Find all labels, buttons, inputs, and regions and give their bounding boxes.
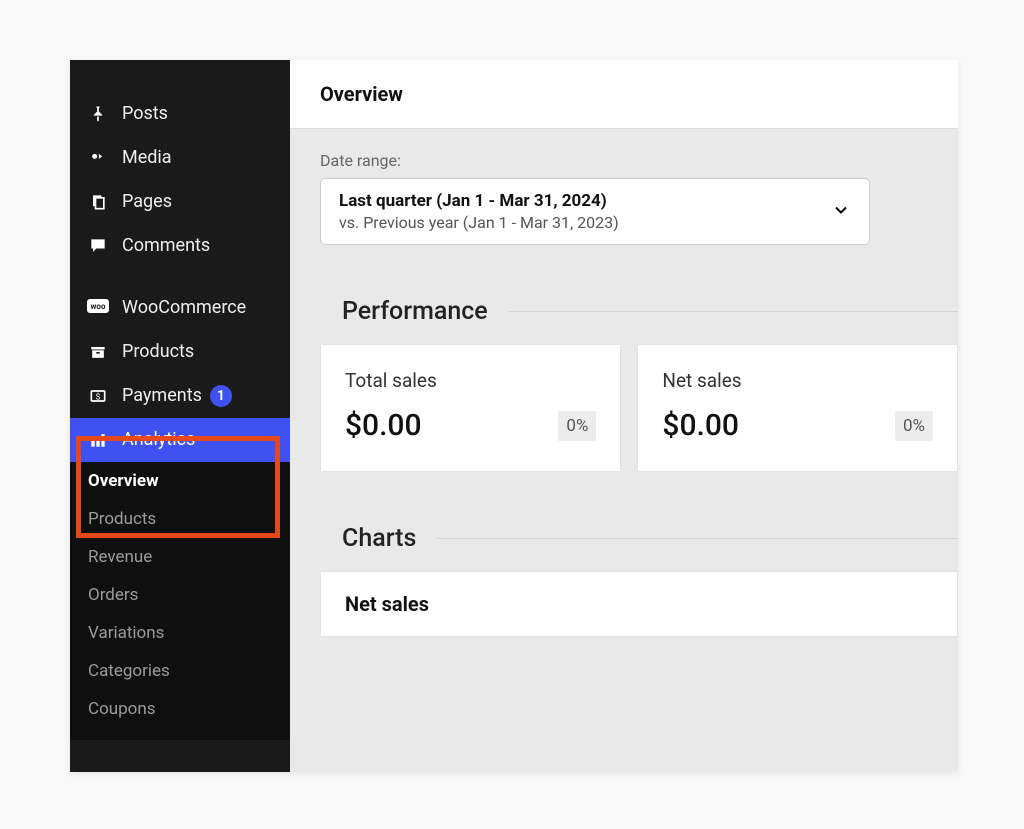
pages-icon [86,190,110,214]
net-sales-card[interactable]: Net sales $0.00 0% [637,344,958,472]
svg-text:woo: woo [91,302,106,311]
sidebar-item-label: Posts [122,102,168,125]
admin-sidebar: Posts Media Pages Comments woo WooComm [70,60,290,772]
section-title: Performance [320,297,488,326]
archive-icon [86,340,110,364]
date-range-label: Date range: [320,151,958,170]
sidebar-item-posts[interactable]: Posts [70,92,290,136]
main-content: Overview Date range: Last quarter (Jan 1… [290,60,958,772]
sidebar-item-label: Media [122,146,172,169]
sidebar-item-comments[interactable]: Comments [70,224,290,268]
comment-icon [86,234,110,258]
submenu-item-orders[interactable]: Orders [70,576,290,614]
chevron-down-icon [831,200,851,224]
section-title: Charts [320,524,416,553]
card-value: $0.00 [345,408,422,443]
submenu-item-revenue[interactable]: Revenue [70,538,290,576]
notification-badge: 1 [210,385,232,407]
divider [436,538,958,539]
sidebar-item-woocommerce[interactable]: woo WooCommerce [70,286,290,330]
payments-icon: $ [86,384,110,408]
chart-title: Net sales [345,592,933,616]
card-title: Total sales [345,369,596,392]
page-header: Overview [290,60,958,129]
total-sales-card[interactable]: Total sales $0.00 0% [320,344,621,472]
sidebar-separator [70,268,290,286]
woocommerce-icon: woo [86,296,110,320]
sidebar-item-payments[interactable]: $ Payments 1 [70,374,290,418]
date-range-dropdown[interactable]: Last quarter (Jan 1 - Mar 31, 2024) vs. … [320,178,870,245]
analytics-submenu: Overview Products Revenue Orders Variati… [70,462,290,740]
sidebar-item-pages[interactable]: Pages [70,180,290,224]
card-value: $0.00 [662,408,739,443]
sidebar-item-label: Analytics [122,428,195,451]
bar-chart-icon [86,428,110,452]
submenu-item-categories[interactable]: Categories [70,652,290,690]
net-sales-chart-card[interactable]: Net sales [320,571,958,637]
media-icon [86,146,110,170]
page-title: Overview [320,82,928,106]
sidebar-item-label: Products [122,340,194,363]
content-area: Date range: Last quarter (Jan 1 - Mar 31… [290,129,958,637]
charts-section-header: Charts [320,524,958,553]
divider [508,311,958,312]
date-range-compare: vs. Previous year (Jan 1 - Mar 31, 2023) [339,213,819,232]
sidebar-item-label: Pages [122,190,172,213]
svg-text:$: $ [96,391,101,402]
date-range-current: Last quarter (Jan 1 - Mar 31, 2024) [339,191,819,211]
sidebar-item-media[interactable]: Media [70,136,290,180]
sidebar-item-label: Comments [122,234,210,257]
app-window: Posts Media Pages Comments woo WooComm [70,60,958,772]
submenu-item-coupons[interactable]: Coupons [70,690,290,728]
card-delta: 0% [558,411,596,441]
submenu-item-variations[interactable]: Variations [70,614,290,652]
sidebar-item-products[interactable]: Products [70,330,290,374]
card-title: Net sales [662,369,933,392]
performance-cards: Total sales $0.00 0% Net sales $0.00 0% [320,344,958,472]
sidebar-item-label: WooCommerce [122,296,246,319]
submenu-item-overview[interactable]: Overview [70,462,290,500]
sidebar-item-analytics[interactable]: Analytics [70,418,290,462]
pushpin-icon [86,102,110,126]
card-delta: 0% [895,411,933,441]
performance-section-header: Performance [320,297,958,326]
submenu-item-products[interactable]: Products [70,500,290,538]
sidebar-item-label: Payments [122,384,202,407]
